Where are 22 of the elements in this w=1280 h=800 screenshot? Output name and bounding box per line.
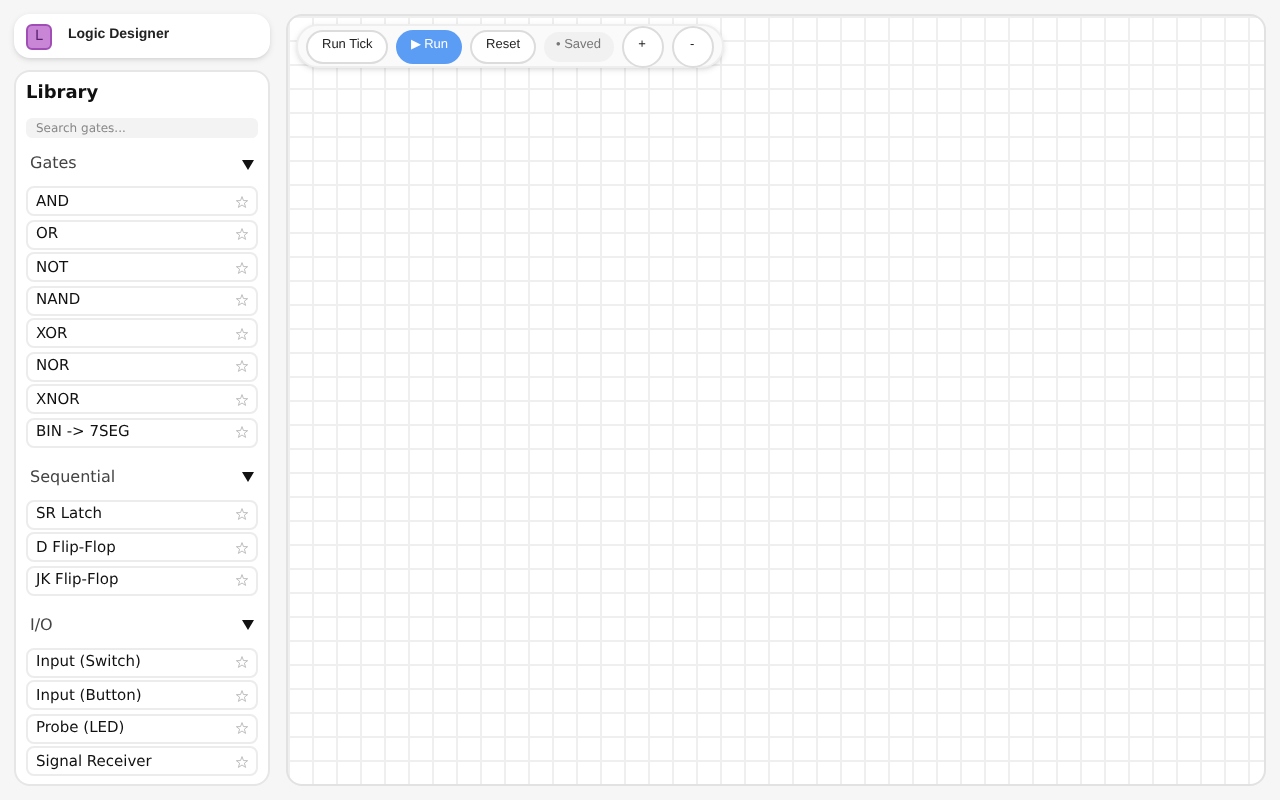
star-icon[interactable] bbox=[236, 689, 248, 701]
star-icon[interactable] bbox=[236, 393, 248, 405]
star-icon[interactable] bbox=[236, 195, 248, 207]
star-icon[interactable] bbox=[236, 294, 248, 306]
star-icon[interactable] bbox=[236, 327, 248, 339]
star-icon[interactable] bbox=[236, 508, 248, 520]
caret-icon bbox=[242, 472, 254, 482]
star-icon[interactable] bbox=[236, 228, 248, 240]
star-icon[interactable] bbox=[236, 360, 248, 372]
caret-icon bbox=[242, 159, 254, 169]
section-header[interactable]: Gates bbox=[26, 142, 258, 186]
section-header[interactable]: I/O bbox=[26, 603, 258, 647]
star-icon[interactable] bbox=[236, 574, 248, 586]
star-icon[interactable] bbox=[236, 426, 248, 438]
star-icon[interactable] bbox=[236, 722, 248, 734]
star-icon[interactable] bbox=[236, 261, 248, 273]
section-header[interactable]: Sequential bbox=[26, 455, 258, 499]
star-icon[interactable] bbox=[236, 755, 248, 767]
library-title: Library bbox=[26, 82, 101, 106]
star-icon[interactable] bbox=[236, 541, 248, 553]
caret-icon bbox=[242, 620, 254, 630]
star-icon[interactable] bbox=[236, 656, 248, 668]
